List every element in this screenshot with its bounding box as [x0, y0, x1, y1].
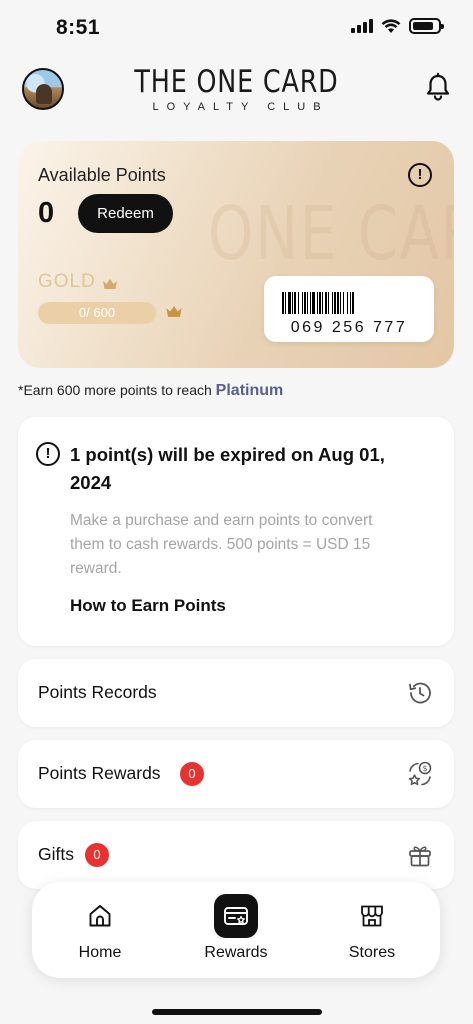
rewards-card-icon [224, 907, 248, 925]
nav-home-icon-wrap [78, 894, 122, 938]
nav-rewards-icon-wrap [214, 894, 258, 938]
expiry-description: Make a purchase and earn points to conve… [70, 512, 373, 577]
home-icon [89, 905, 111, 927]
points-records-row[interactable]: Points Records [18, 659, 454, 727]
tier-progress-text: 0/ 600 [78, 305, 116, 320]
brand-logo: THE ONE CARD LOYALTY CLUB [0, 64, 473, 113]
loyalty-card: ONE CARD Available Points ! 0 Redeem GOL… [18, 141, 454, 368]
status-bar: 8:51 [0, 0, 473, 56]
points-rewards-row[interactable]: Points Rewards 0 $ [18, 740, 454, 808]
brand-subtitle: LOYALTY CLUB [152, 101, 329, 113]
nav-home[interactable]: Home [32, 882, 168, 978]
alert-icon: ! [36, 442, 60, 466]
svg-text:$: $ [422, 764, 427, 773]
gift-icon [409, 846, 431, 867]
status-icons [351, 18, 444, 34]
nav-stores[interactable]: Stores [304, 882, 440, 978]
next-tier-crown-icon [166, 306, 182, 317]
nav-rewards[interactable]: Rewards [168, 882, 304, 978]
bottom-navigation: Home Rewards Stores [32, 882, 440, 978]
next-tier-name: Platinum [215, 382, 284, 399]
rewards-exchange-icon: $ [408, 761, 432, 786]
brand-title: THE ONE CARD [134, 64, 339, 100]
nav-home-label: Home [78, 944, 122, 961]
nav-stores-icon-wrap [350, 894, 394, 938]
tier-crown-icon [103, 279, 117, 289]
points-rewards-badge: 0 [180, 762, 204, 786]
wifi-icon [381, 18, 401, 33]
earn-more-note: *Earn 600 more points to reach Platinum [18, 382, 283, 400]
member-number: 069 256 777 [290, 319, 408, 336]
bell-icon[interactable] [423, 72, 453, 102]
points-rewards-label: Points Rewards [38, 763, 161, 783]
nav-stores-label: Stores [348, 944, 396, 961]
barcode-icon [282, 292, 416, 314]
redeem-button[interactable]: Redeem [78, 194, 173, 233]
history-icon [409, 682, 431, 704]
gifts-badge: 0 [85, 843, 109, 867]
battery-icon [409, 18, 444, 34]
app-header: THE ONE CARD LOYALTY CLUB [0, 60, 473, 120]
expiry-title: 1 point(s) will be expired on Aug 01, 20… [70, 444, 385, 493]
store-icon [361, 905, 383, 927]
earn-note-text: *Earn 600 more points to reach [18, 382, 216, 398]
how-to-earn-points-link[interactable]: How to Earn Points [70, 596, 226, 616]
home-indicator[interactable] [152, 1009, 322, 1015]
nav-rewards-label: Rewards [204, 944, 268, 961]
status-time: 8:51 [56, 16, 101, 39]
available-points-label: Available Points [38, 165, 166, 185]
gifts-row[interactable]: Gifts 0 [18, 821, 454, 889]
available-points-value: 0 [38, 197, 55, 229]
points-expiry-panel: ! 1 point(s) will be expired on Aug 01, … [18, 417, 454, 646]
gifts-label: Gifts [38, 844, 74, 864]
points-info-icon[interactable]: ! [408, 163, 432, 187]
cellular-signal-icon [351, 19, 373, 33]
card-watermark: ONE CARD [208, 191, 454, 277]
member-barcode-card[interactable]: 069 256 777 [264, 276, 434, 342]
points-records-label: Points Records [38, 682, 157, 702]
current-tier-label: GOLD [38, 271, 96, 292]
